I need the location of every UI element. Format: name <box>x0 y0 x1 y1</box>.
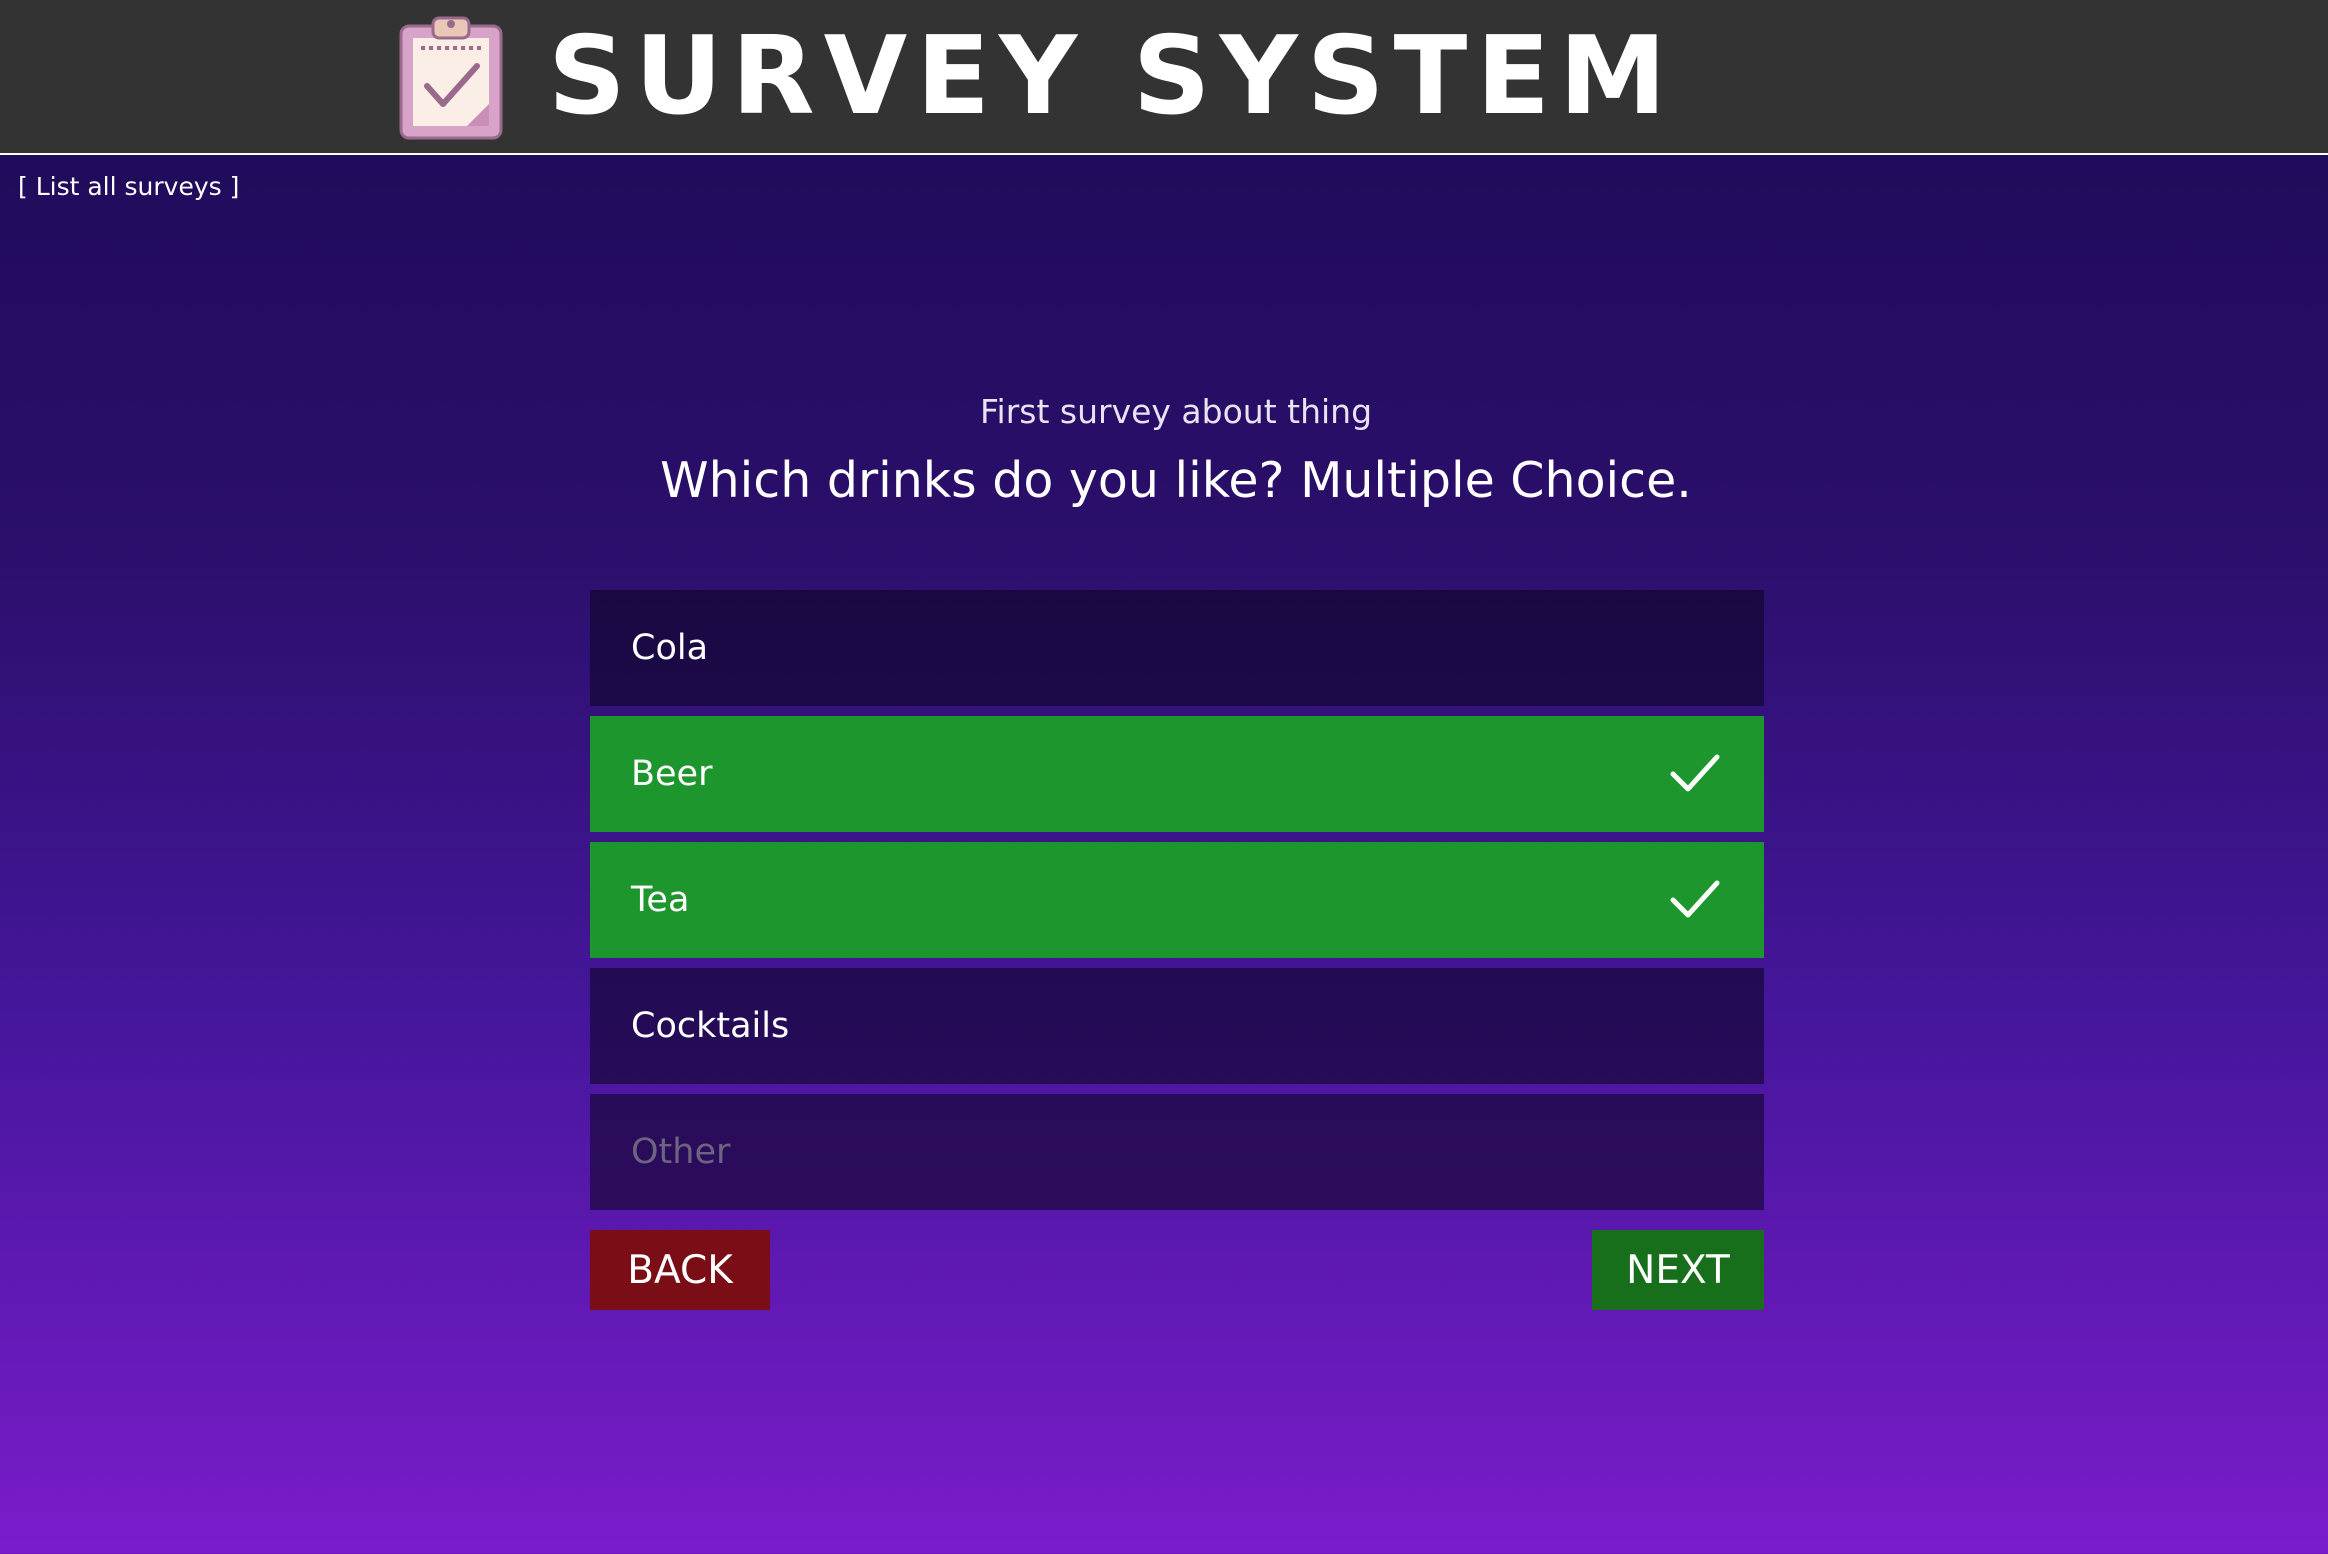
list-all-surveys-link[interactable]: [ List all surveys ] <box>18 172 239 201</box>
option-label: Beer <box>631 754 713 794</box>
survey-title: First survey about thing <box>979 392 1373 431</box>
option-label: Cocktails <box>631 1006 790 1046</box>
answer-options: Cola Beer Tea Cocktails <box>590 590 1764 1210</box>
other-input[interactable] <box>590 1094 1764 1210</box>
option-label: Cola <box>631 628 709 668</box>
back-button[interactable]: BACK <box>590 1230 770 1310</box>
checkmark-icon <box>1670 754 1720 792</box>
checkmark-icon <box>1670 880 1720 918</box>
app-header: SURVEY SYSTEM <box>0 0 2328 155</box>
next-button[interactable]: NEXT <box>1592 1230 1764 1310</box>
option-beer[interactable]: Beer <box>590 716 1764 832</box>
option-tea[interactable]: Tea <box>590 842 1764 958</box>
question-text: Which drinks do you like? Multiple Choic… <box>660 452 1692 509</box>
option-label: Tea <box>631 880 690 920</box>
app-title: SURVEY SYSTEM <box>548 14 1676 139</box>
option-cola[interactable]: Cola <box>590 590 1764 706</box>
clipboard-check-icon <box>399 16 503 140</box>
option-cocktails[interactable]: Cocktails <box>590 968 1764 1084</box>
